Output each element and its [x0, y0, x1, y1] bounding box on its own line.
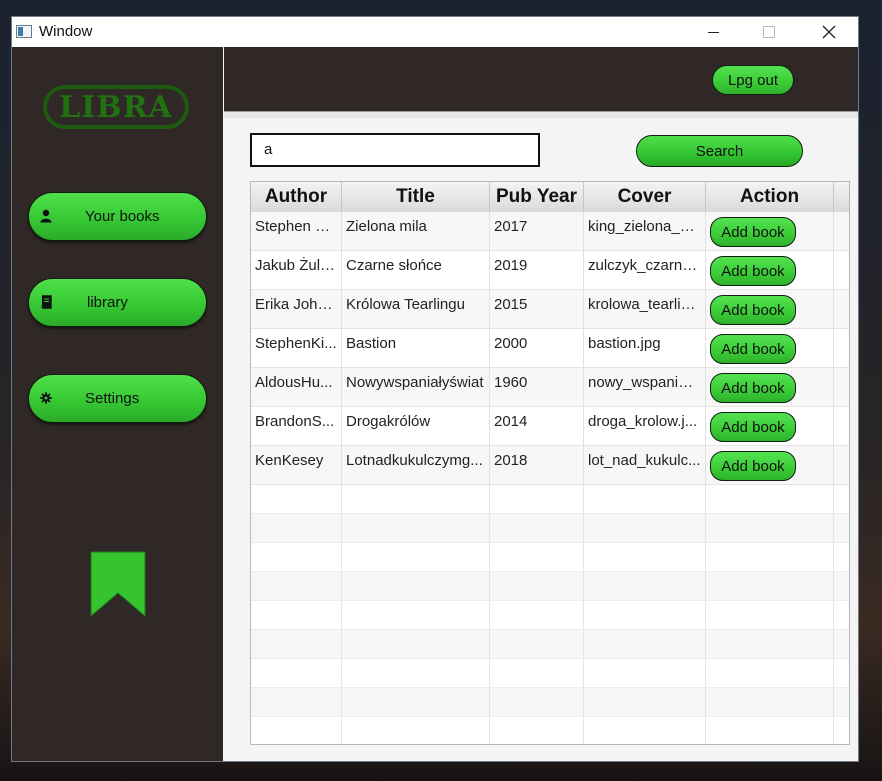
cell-pub-year: 1960 — [490, 368, 584, 406]
app-icon — [16, 25, 32, 38]
bookmark-icon — [90, 551, 146, 617]
maximize-button[interactable] — [746, 17, 792, 47]
add-book-button[interactable]: Add book — [710, 295, 796, 325]
column-header-author[interactable]: Author — [251, 182, 342, 212]
column-header-action[interactable]: Action — [706, 182, 834, 212]
empty-row — [251, 572, 849, 601]
cell-author: AldousHu... — [251, 368, 342, 406]
cell-pub-year: 2000 — [490, 329, 584, 367]
cell-pub-year: 2015 — [490, 290, 584, 328]
user-icon — [40, 209, 52, 223]
table-row[interactable]: Jakub Żulk... Czarne słońce 2019 zulczyk… — [251, 251, 849, 290]
empty-row — [251, 601, 849, 630]
empty-row — [251, 717, 849, 744]
add-book-button[interactable]: Add book — [710, 412, 796, 442]
sidebar-item-label: Settings — [85, 390, 140, 407]
cell-title: Lotnadkukulczymg... — [342, 446, 490, 484]
add-book-button[interactable]: Add book — [710, 451, 796, 481]
column-header-title[interactable]: Title — [342, 182, 490, 212]
cell-title: Królowa Tearlingu — [342, 290, 490, 328]
sidebar-item-label: Your books — [85, 208, 160, 225]
table-header: Author Title Pub Year Cover Action — [251, 182, 849, 213]
minimize-button[interactable] — [690, 17, 736, 47]
cell-title: Nowywspaniałyświat — [342, 368, 490, 406]
table-row[interactable]: AldousHu... Nowywspaniałyświat 1960 nowy… — [251, 368, 849, 407]
empty-row — [251, 485, 849, 514]
cell-cover: lot_nad_kukulc... — [584, 446, 706, 484]
search-input[interactable]: a — [250, 133, 540, 167]
empty-row — [251, 659, 849, 688]
book-icon — [41, 295, 52, 309]
table-row[interactable]: BrandonS... Drogakrólów 2014 droga_krolo… — [251, 407, 849, 446]
cell-cover: king_zielona_m... — [584, 212, 706, 250]
cell-author: Erika Joha... — [251, 290, 342, 328]
empty-row — [251, 688, 849, 717]
table-row[interactable]: Erika Joha... Królowa Tearlingu 2015 kro… — [251, 290, 849, 329]
cell-title: Drogakrólów — [342, 407, 490, 445]
maximize-icon — [763, 26, 775, 38]
add-book-button[interactable]: Add book — [710, 373, 796, 403]
cell-pub-year: 2017 — [490, 212, 584, 250]
add-book-button[interactable]: Add book — [710, 256, 796, 286]
cell-pub-year: 2014 — [490, 407, 584, 445]
close-icon — [822, 25, 836, 39]
sidebar-item-settings[interactable]: Settings — [28, 374, 207, 423]
add-book-button[interactable]: Add book — [710, 334, 796, 364]
divider — [224, 112, 858, 118]
table-row[interactable]: Stephen Ki... Zielona mila 2017 king_zie… — [251, 212, 849, 251]
empty-row — [251, 630, 849, 659]
empty-row — [251, 543, 849, 572]
cell-title: Czarne słońce — [342, 251, 490, 289]
cell-cover: droga_krolow.j... — [584, 407, 706, 445]
search-button[interactable]: Search — [636, 135, 803, 167]
cell-cover: nowy_wspanial... — [584, 368, 706, 406]
cell-cover: bastion.jpg — [584, 329, 706, 367]
column-header-cover[interactable]: Cover — [584, 182, 706, 212]
column-header-filler — [834, 182, 849, 212]
cell-author: Stephen Ki... — [251, 212, 342, 250]
cell-pub-year: 2018 — [490, 446, 584, 484]
cell-title: Zielona mila — [342, 212, 490, 250]
top-bar: Lpg out — [224, 47, 858, 112]
minimize-icon — [707, 31, 719, 33]
cell-author: KenKesey — [251, 446, 342, 484]
column-header-pub-year[interactable]: Pub Year — [490, 182, 584, 212]
table-row[interactable]: KenKesey Lotnadkukulczymg... 2018 lot_na… — [251, 446, 849, 485]
cell-author: Jakub Żulk... — [251, 251, 342, 289]
window-title: Window — [39, 23, 93, 40]
add-book-button[interactable]: Add book — [710, 217, 796, 247]
logout-button[interactable]: Lpg out — [712, 65, 794, 95]
sidebar-item-library[interactable]: library — [28, 278, 207, 327]
close-button[interactable] — [806, 17, 852, 47]
app-window: Window LIBRA Your books library Settings… — [11, 16, 859, 762]
cell-author: BrandonS... — [251, 407, 342, 445]
books-table: Author Title Pub Year Cover Action Steph… — [250, 181, 850, 745]
table-row[interactable]: StephenKi... Bastion 2000 bastion.jpg Ad… — [251, 329, 849, 368]
sidebar-item-label: library — [87, 294, 128, 311]
cell-cover: krolowa_tearlin... — [584, 290, 706, 328]
sidebar: LIBRA Your books library Settings — [12, 47, 223, 761]
empty-row — [251, 514, 849, 543]
cell-cover: zulczyk_czarne... — [584, 251, 706, 289]
title-bar[interactable]: Window — [12, 17, 858, 47]
sidebar-item-your-books[interactable]: Your books — [28, 192, 207, 241]
cell-title: Bastion — [342, 329, 490, 367]
cell-author: StephenKi... — [251, 329, 342, 367]
gear-icon — [40, 392, 52, 404]
libra-logo: LIBRA — [43, 85, 189, 129]
cell-pub-year: 2019 — [490, 251, 584, 289]
